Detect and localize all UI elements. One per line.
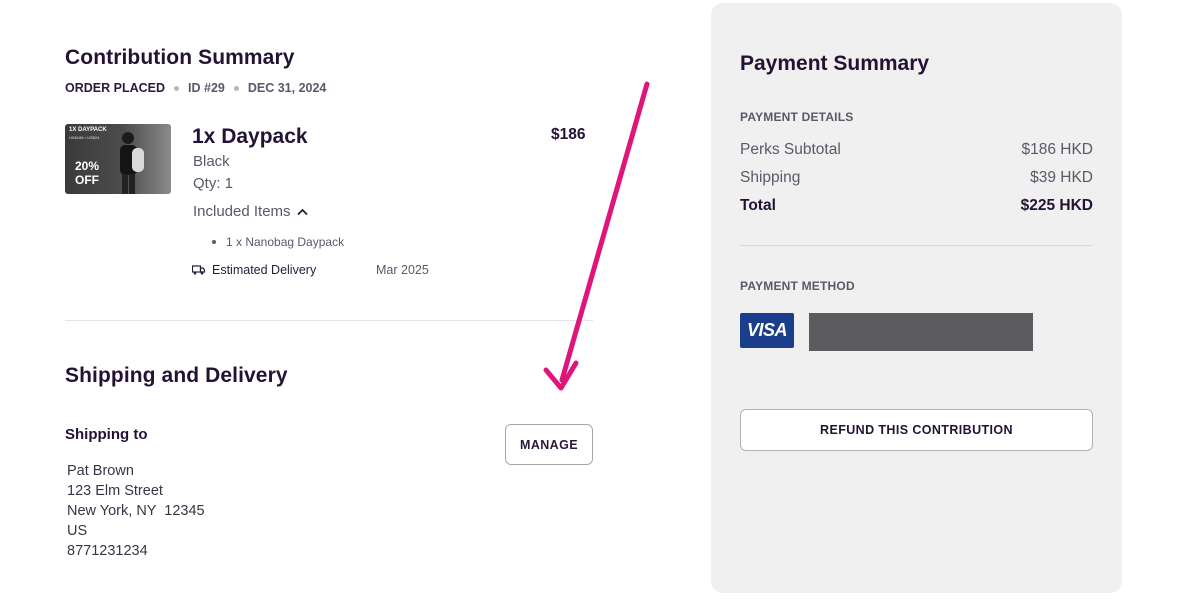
shipping-delivery-title: Shipping and Delivery: [65, 364, 288, 387]
image-discount: 20% OFF: [74, 159, 100, 187]
included-item: 1 x Nanobag Daypack: [212, 235, 344, 249]
redacted-card-number: [809, 313, 1033, 351]
product-qty: Qty: 1: [193, 175, 234, 192]
payment-divider: [740, 245, 1093, 246]
estimated-delivery-date: Mar 2025: [376, 263, 429, 277]
payment-method-label: PAYMENT METHOD: [740, 279, 855, 293]
shipping-to-label: Shipping to: [65, 426, 148, 443]
order-status: ORDER PLACED: [65, 81, 166, 95]
estimated-delivery: Estimated Delivery: [192, 263, 316, 277]
contribution-panel: Contribution Summary ORDER PLACED ID #29…: [0, 0, 700, 600]
included-items-label: Included Items: [193, 203, 291, 220]
payment-summary-panel: Payment Summary PAYMENT DETAILS Perks Su…: [711, 3, 1122, 593]
bullet-dot: [212, 240, 216, 244]
payment-details-label: PAYMENT DETAILS: [740, 110, 854, 124]
included-item-label: 1 x Nanobag Daypack: [226, 235, 345, 249]
truck-icon: [192, 265, 205, 275]
address-street: 123 Elm Street: [67, 483, 163, 499]
address-city: New York, NY 12345: [67, 503, 205, 519]
address-phone: 8771231234: [67, 543, 148, 559]
row-value: $225 HKD: [1020, 197, 1093, 214]
shipping-row: Shipping $39 HKD: [740, 169, 1093, 187]
product-image: 1X DAYPACK HK$186 • US$24 20% OFF: [65, 124, 171, 194]
contribution-summary-title: Contribution Summary: [65, 46, 295, 69]
product-name: 1x Daypack: [192, 125, 308, 148]
order-date: DEC 31, 2024: [247, 81, 327, 95]
image-badge-price: HK$186 • US$24: [69, 135, 100, 140]
order-meta: ORDER PLACED ID #29 DEC 31, 2024: [65, 81, 326, 95]
address-country: US: [67, 523, 88, 539]
image-badge-title: 1X DAYPACK: [69, 127, 107, 133]
row-value: $186 HKD: [1021, 141, 1093, 158]
payment-summary-title: Payment Summary: [740, 52, 930, 75]
total-row: Total $225 HKD: [740, 197, 1093, 215]
product-color: Black: [193, 153, 230, 170]
included-items-toggle[interactable]: Included Items: [193, 203, 308, 220]
order-id: ID #29: [188, 81, 225, 95]
shipping-address: Pat Brown 123 Elm Street New York, NY 12…: [67, 461, 205, 561]
chevron-up-icon: [296, 208, 308, 215]
manage-button[interactable]: MANAGE: [505, 424, 593, 465]
row-value: $39 HKD: [1030, 169, 1093, 186]
separator-dot: [174, 85, 180, 91]
row-label: Total: [740, 197, 776, 214]
person-with-backpack-image: [120, 132, 144, 194]
separator-dot: [233, 85, 239, 91]
refund-button[interactable]: REFUND THIS CONTRIBUTION: [740, 409, 1093, 451]
section-divider: [65, 320, 593, 321]
row-label: Perks Subtotal: [740, 141, 841, 158]
product-price: $186: [551, 126, 586, 143]
perks-subtotal-row: Perks Subtotal $186 HKD: [740, 141, 1093, 159]
visa-card-logo: VISA: [740, 313, 794, 348]
row-label: Shipping: [740, 169, 801, 186]
address-name: Pat Brown: [67, 463, 134, 479]
estimated-delivery-label: Estimated Delivery: [212, 263, 317, 277]
